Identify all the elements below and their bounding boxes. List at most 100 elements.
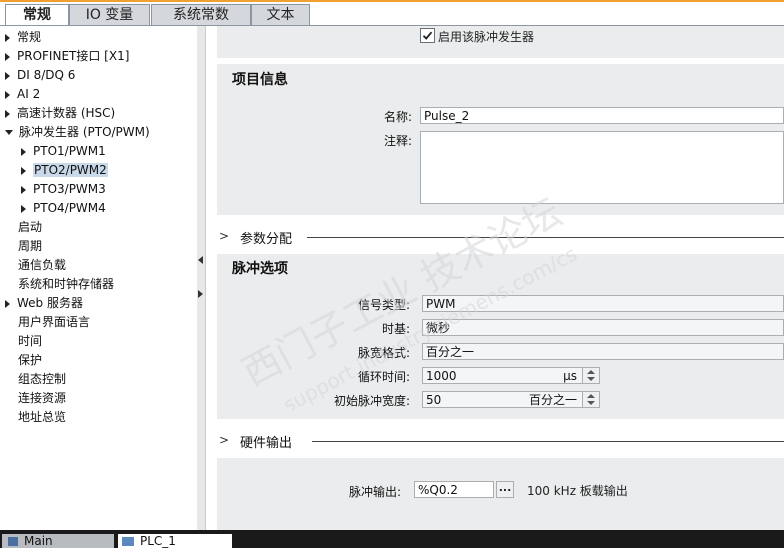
taskbar-item-plc[interactable]: PLC_1 bbox=[118, 534, 232, 548]
tree-item[interactable]: 周期 bbox=[18, 237, 42, 256]
tree-item-label: 常规 bbox=[17, 30, 42, 44]
tree-item-label: 周期 bbox=[18, 239, 43, 253]
spin-up-icon[interactable] bbox=[587, 370, 595, 374]
tree-item-label: DI 8/DQ 6 bbox=[17, 68, 76, 82]
navigation-tree: 常规 PROFINET接口 [X1] DI 8/DQ 6 AI 2 高速计数器 (HSC… bbox=[0, 26, 198, 530]
taskbar-label: PLC_1 bbox=[140, 534, 176, 548]
tree-item[interactable]: DI 8/DQ 6 bbox=[5, 66, 75, 85]
tree-item-label: Web 服务器 bbox=[17, 296, 83, 310]
param-section-label: 参数分配 bbox=[240, 232, 293, 247]
properties-content: 启用该脉冲发生器 项目信息 名称: Pulse_2 注释: > 参数分配 脉冲选… bbox=[206, 26, 784, 530]
taskbar-label: Main bbox=[24, 534, 53, 548]
tree-item-label: PTO3/PWM3 bbox=[33, 182, 106, 196]
name-input[interactable]: Pulse_2 bbox=[420, 107, 784, 124]
taskbar-item-main[interactable]: Main bbox=[2, 534, 114, 548]
collapse-arrow-icon[interactable] bbox=[5, 90, 10, 99]
collapse-arrow-icon[interactable] bbox=[5, 299, 10, 308]
collapse-arrow-icon[interactable] bbox=[21, 185, 26, 194]
pulse-options-title: 脉冲选项 bbox=[232, 261, 288, 277]
pulse-width-format-select[interactable]: 百分之一 bbox=[422, 343, 784, 360]
comment-textarea[interactable] bbox=[420, 131, 784, 204]
tree-item[interactable]: 通信负载 bbox=[18, 256, 66, 275]
pulse-output-panel: 脉冲输出: %Q0.2 ... 100 kHz 板载输出 bbox=[217, 458, 784, 530]
time-base-select[interactable]: 微秒 bbox=[422, 319, 784, 336]
project-info-title: 项目信息 bbox=[232, 72, 288, 88]
tree-item-label: PTO1/PWM1 bbox=[33, 144, 106, 158]
tab-general[interactable]: 常规 bbox=[5, 4, 69, 27]
comment-label: 注释: bbox=[383, 134, 412, 148]
signal-type-select[interactable]: PWM bbox=[422, 295, 784, 312]
tree-item[interactable]: 系统和时钟存储器 bbox=[18, 275, 114, 294]
tree-item-label: 地址总览 bbox=[18, 410, 67, 424]
initial-width-stepper[interactable]: 50 百分之一 bbox=[422, 391, 600, 408]
tree-item[interactable]: 时间 bbox=[18, 332, 42, 351]
collapse-arrow-icon[interactable] bbox=[21, 204, 26, 213]
pulse-output-label: 脉冲输出: bbox=[348, 485, 401, 499]
param-section-header[interactable]: > 参数分配 bbox=[217, 226, 784, 248]
hardware-section-label: 硬件输出 bbox=[240, 436, 293, 451]
cycle-time-label: 循环时间: bbox=[357, 370, 410, 384]
tree-item-label: 保护 bbox=[18, 353, 43, 367]
tree-item[interactable]: 连接资源 bbox=[18, 389, 66, 408]
tree-item[interactable]: 地址总览 bbox=[18, 408, 66, 427]
initial-width-spin[interactable] bbox=[582, 392, 599, 407]
time-base-label: 时基: bbox=[381, 322, 410, 336]
cycle-time-stepper[interactable]: 1000 µs bbox=[422, 367, 600, 384]
collapse-arrow-icon[interactable] bbox=[5, 109, 10, 118]
tree-item[interactable]: 常规 bbox=[5, 28, 41, 47]
cycle-time-unit: µs bbox=[563, 369, 577, 383]
initial-width-value: 50 bbox=[426, 393, 442, 407]
tree-item-label: 时间 bbox=[18, 334, 43, 348]
tree-item[interactable]: AI 2 bbox=[5, 85, 40, 104]
tree-item-label: PROFINET接口 [X1] bbox=[17, 49, 130, 63]
expand-arrow-icon[interactable] bbox=[5, 130, 13, 135]
tree-item-label: 通信负载 bbox=[18, 258, 67, 272]
spin-down-icon[interactable] bbox=[587, 401, 595, 405]
tree-item[interactable]: PTO2/PWM2 bbox=[21, 161, 108, 180]
tree-item[interactable]: 高速计数器 (HSC) bbox=[5, 104, 115, 123]
collapse-arrow-icon[interactable] bbox=[21, 166, 26, 175]
accent-strip bbox=[0, 0, 784, 2]
signal-type-label: 信号类型: bbox=[357, 298, 410, 312]
tree-item[interactable]: PTO3/PWM3 bbox=[21, 180, 106, 199]
pulse-options-panel: 脉冲选项 信号类型: PWM 时基: 微秒 脉宽格式: 百分之一 循环时间: 1… bbox=[217, 254, 784, 419]
pulse-width-format-label: 脉宽格式: bbox=[357, 346, 410, 360]
checkmark-icon bbox=[422, 31, 433, 40]
pulse-output-note: 100 kHz 板载输出 bbox=[527, 484, 628, 498]
collapse-arrow-icon[interactable] bbox=[5, 52, 10, 61]
collapse-arrow-icon[interactable] bbox=[21, 147, 26, 156]
collapse-left-icon[interactable] bbox=[198, 256, 203, 264]
collapse-arrow-icon[interactable] bbox=[5, 33, 10, 42]
tree-item-label: 高速计数器 (HSC) bbox=[17, 106, 116, 120]
tree-item[interactable]: PROFINET接口 [X1] bbox=[5, 47, 129, 66]
tab-io-tags[interactable]: IO 变量 bbox=[69, 4, 150, 26]
tree-item[interactable]: 启动 bbox=[18, 218, 42, 237]
tree-item[interactable]: 组态控制 bbox=[18, 370, 66, 389]
tree-item[interactable]: PTO4/PWM4 bbox=[21, 199, 106, 218]
enable-checkbox[interactable] bbox=[420, 28, 435, 43]
tree-item-label: 用户界面语言 bbox=[18, 315, 91, 329]
tab-system-constants[interactable]: 系统常数 bbox=[151, 4, 251, 26]
browse-button[interactable]: ... bbox=[496, 481, 514, 498]
tree-item[interactable]: 保护 bbox=[18, 351, 42, 370]
tree-item-label: 启动 bbox=[18, 220, 43, 234]
collapse-arrow-icon[interactable] bbox=[5, 71, 10, 80]
tree-item[interactable]: Web 服务器 bbox=[5, 294, 83, 313]
tree-item[interactable]: 脉冲发生器 (PTO/PWM) bbox=[5, 123, 150, 142]
enable-panel: 启用该脉冲发生器 bbox=[217, 26, 784, 58]
tree-item-label: 脉冲发生器 (PTO/PWM) bbox=[19, 125, 150, 139]
tree-item[interactable]: 用户界面语言 bbox=[18, 313, 90, 332]
pane-splitter[interactable] bbox=[197, 26, 206, 530]
hardware-section-header[interactable]: > 硬件输出 bbox=[217, 430, 784, 452]
name-label: 名称: bbox=[383, 110, 412, 124]
tree-item[interactable]: PTO1/PWM1 bbox=[21, 142, 106, 161]
spin-down-icon[interactable] bbox=[587, 377, 595, 381]
initial-width-label: 初始脉冲宽度: bbox=[333, 394, 410, 408]
tab-texts[interactable]: 文本 bbox=[251, 4, 310, 26]
pulse-output-input[interactable]: %Q0.2 bbox=[414, 481, 494, 498]
cycle-time-spin[interactable] bbox=[582, 368, 599, 383]
spin-up-icon[interactable] bbox=[587, 394, 595, 398]
expand-right-icon[interactable] bbox=[198, 290, 203, 298]
tree-item-label: AI 2 bbox=[17, 87, 41, 101]
section-divider bbox=[307, 237, 784, 238]
